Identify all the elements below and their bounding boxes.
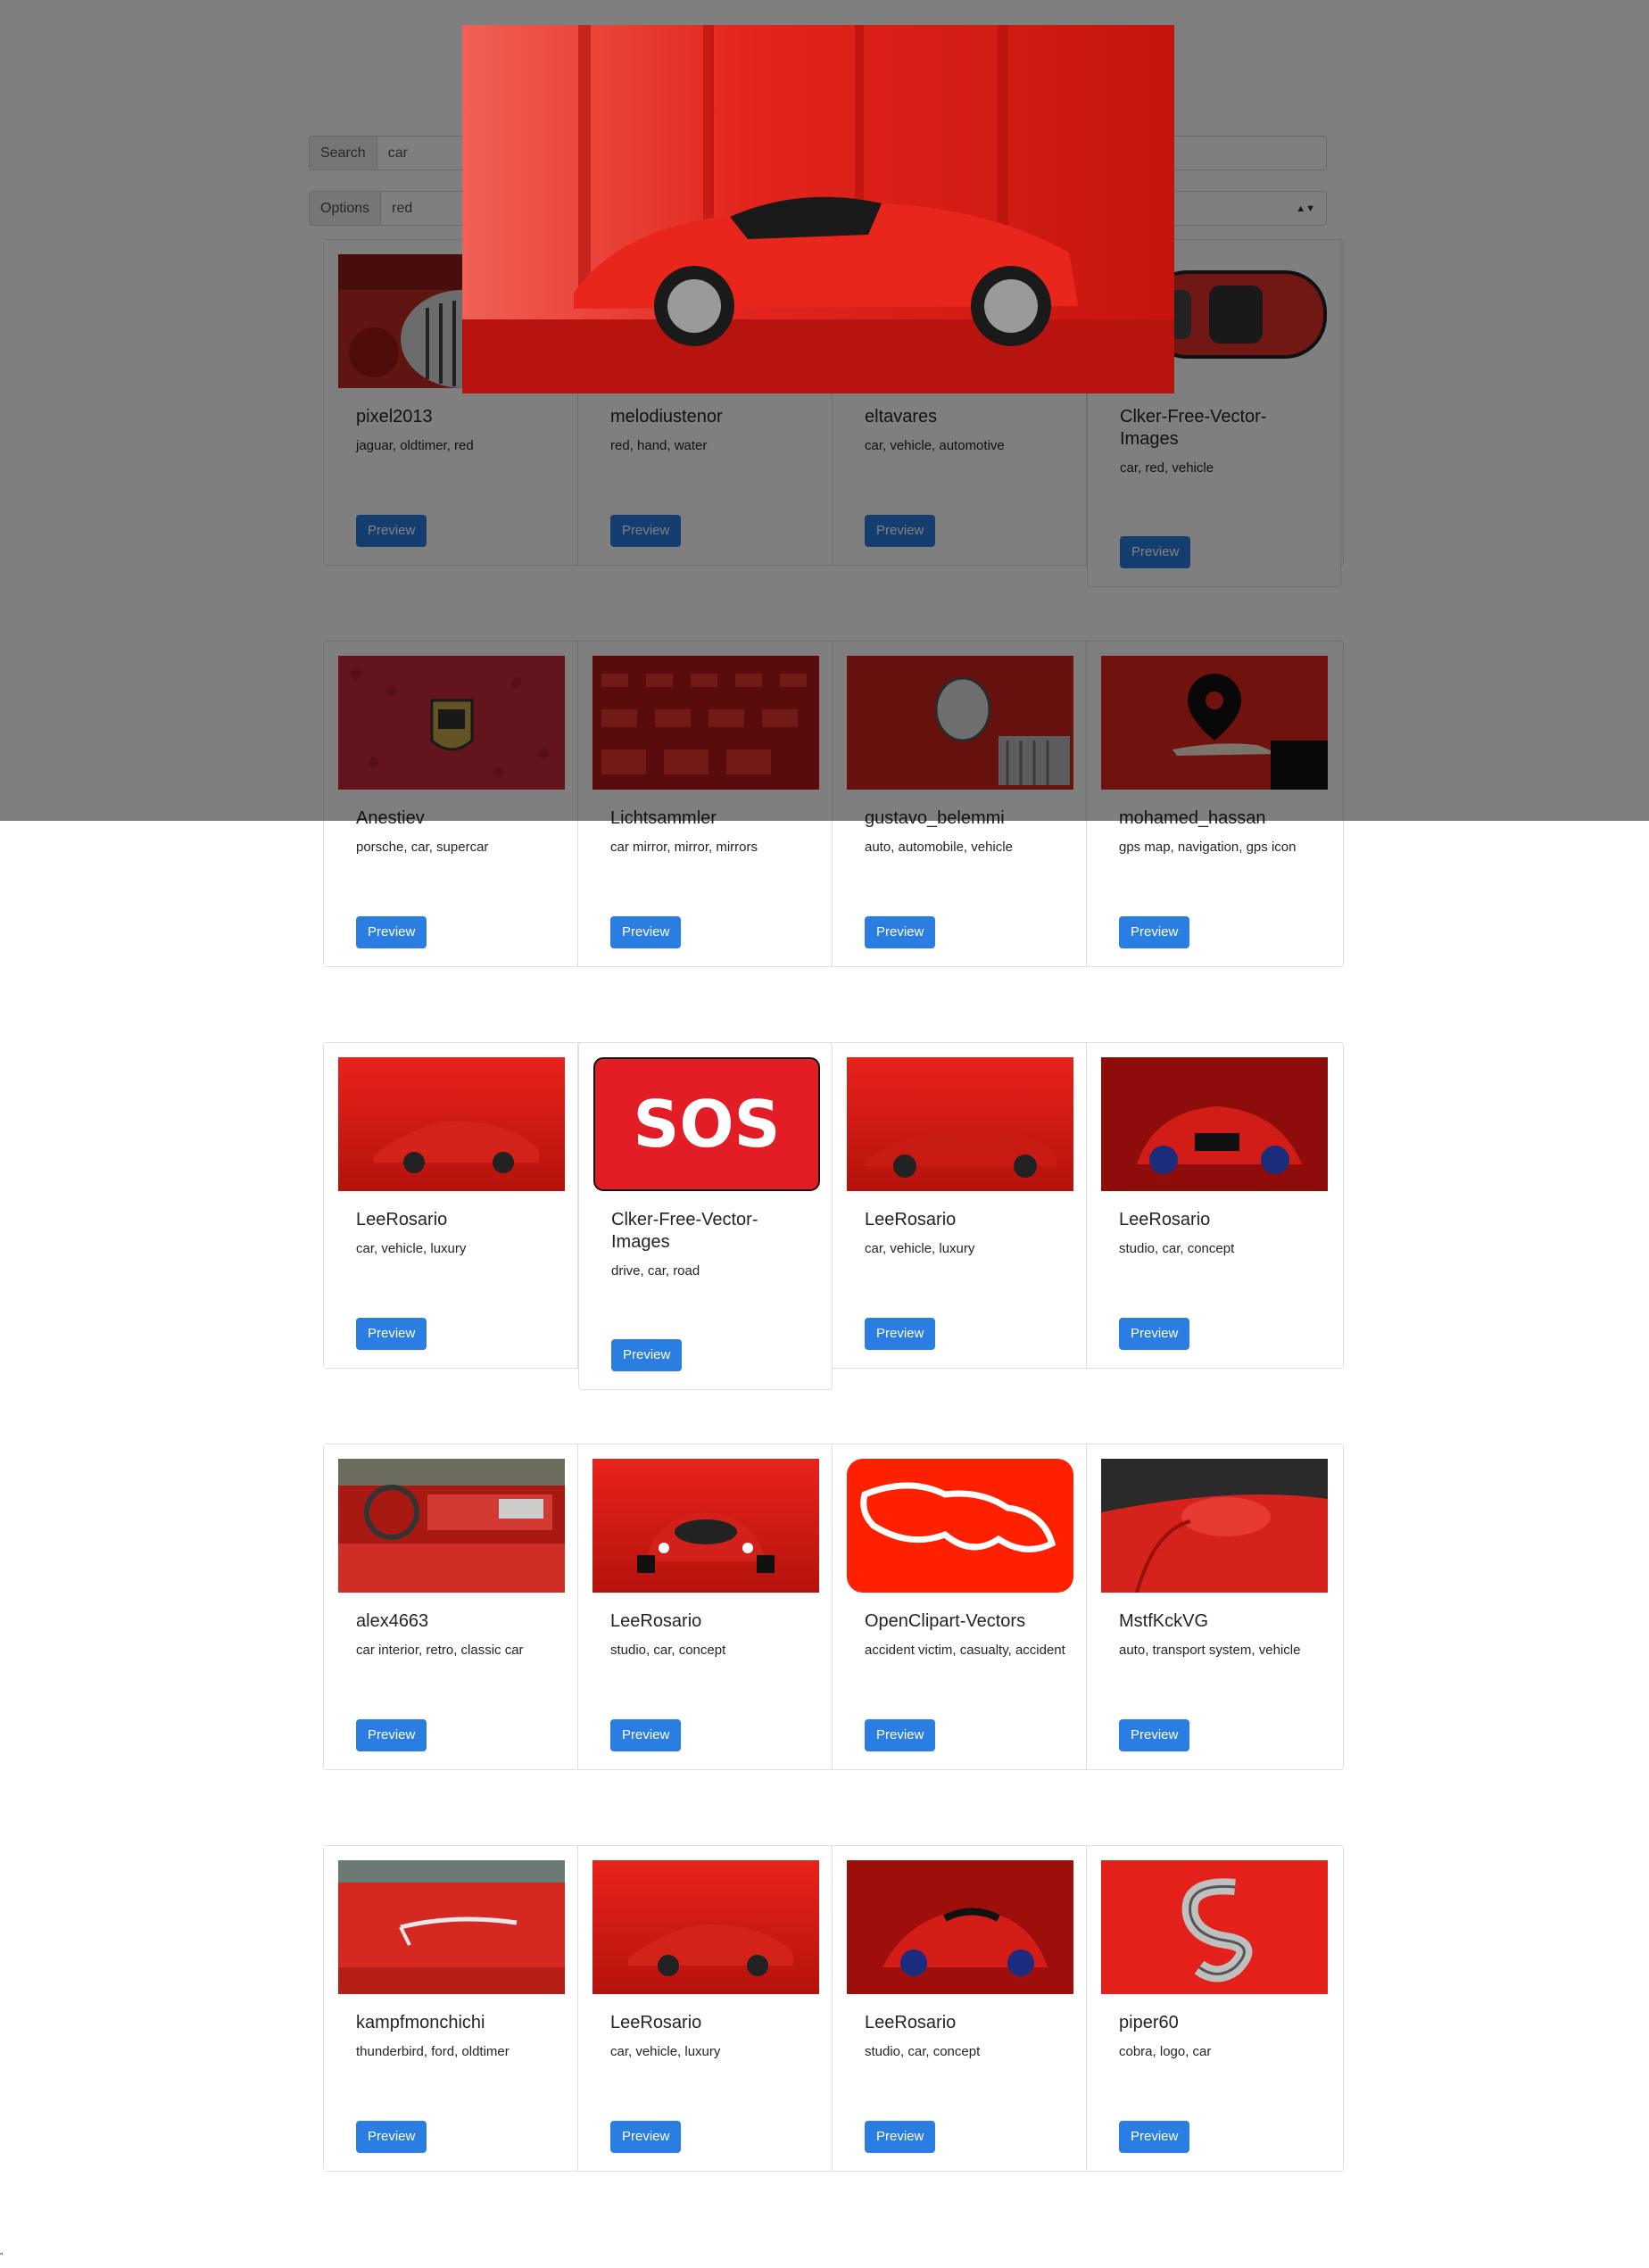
card-author: LeeRosario car, vehicle, luxury xyxy=(610,2012,816,2063)
card-author: MstfKckVG auto, transport system, vehicl… xyxy=(1119,1610,1324,1661)
author-name: LeeRosario xyxy=(610,1611,702,1631)
svg-text:SOS: SOS xyxy=(634,1087,781,1162)
thumbnail-image[interactable] xyxy=(338,1057,565,1191)
image-tags: car, vehicle, luxury xyxy=(865,1241,975,1256)
preview-button[interactable]: Preview xyxy=(610,1719,682,1751)
image-tags: car, vehicle, luxury xyxy=(356,1241,467,1256)
image-tags: car, vehicle, luxury xyxy=(610,2044,721,2059)
preview-button[interactable]: Preview xyxy=(1119,1318,1190,1350)
image-card: LeeRosario car, vehicle, luxury Preview xyxy=(324,1043,578,1368)
card-author: OpenClipart-Vectors accident victim, cas… xyxy=(865,1610,1070,1661)
image-tags: thunderbird, ford, oldtimer xyxy=(356,2044,510,2059)
preview-button[interactable]: Preview xyxy=(865,1318,936,1350)
image-card: kampfmonchichi thunderbird, ford, oldtim… xyxy=(324,1846,578,2171)
thumbnail-image[interactable]: SOS xyxy=(593,1057,820,1191)
author-name: LeeRosario xyxy=(865,2013,957,2032)
image-card: MstfKckVG auto, transport system, vehicl… xyxy=(1087,1444,1341,1769)
card-author: Clker-Free-Vector-Images drive, car, roa… xyxy=(611,1209,816,1282)
modal-preview-image[interactable] xyxy=(462,25,1174,393)
image-card: LeeRosario studio, car, concept Preview xyxy=(1087,1043,1341,1368)
card-author: LeeRosario car, vehicle, luxury xyxy=(865,1209,1070,1260)
image-tags: drive, car, road xyxy=(611,1263,700,1279)
card-author: alex4663 car interior, retro, classic ca… xyxy=(356,1610,561,1661)
author-name: LeeRosario xyxy=(356,1210,448,1229)
preview-button[interactable]: Preview xyxy=(1119,1719,1190,1751)
preview-button[interactable]: Preview xyxy=(1119,916,1190,948)
preview-button[interactable]: Preview xyxy=(865,916,936,948)
image-tags: gps map, navigation, gps icon xyxy=(1119,840,1297,855)
image-card: OpenClipart-Vectors accident victim, cas… xyxy=(833,1444,1087,1769)
author-name: LeeRosario xyxy=(1119,1210,1211,1229)
thumbnail-image[interactable] xyxy=(847,1459,1073,1593)
card-author: LeeRosario studio, car, concept xyxy=(865,2012,1070,2063)
card-author: kampfmonchichi thunderbird, ford, oldtim… xyxy=(356,2012,561,2063)
thumbnail-image[interactable] xyxy=(1101,1459,1328,1593)
card-author: LeeRosario studio, car, concept xyxy=(1119,1209,1324,1260)
image-card: LeeRosario studio, car, concept Preview xyxy=(833,1846,1087,2171)
preview-button[interactable]: Preview xyxy=(356,1318,427,1350)
preview-button[interactable]: Preview xyxy=(865,1719,936,1751)
image-tags: car interior, retro, classic car xyxy=(356,1643,524,1658)
image-card: SOS Clker-Free-Vector-Images drive, car,… xyxy=(578,1042,833,1390)
page-footer-mark: " xyxy=(0,2252,4,2262)
thumbnail-image[interactable] xyxy=(338,1459,565,1593)
thumbnail-image[interactable] xyxy=(592,1459,819,1593)
author-name: LeeRosario xyxy=(865,1210,957,1229)
image-card: LeeRosario car, vehicle, luxury Preview xyxy=(833,1043,1087,1368)
preview-button[interactable]: Preview xyxy=(610,2121,682,2153)
preview-button[interactable]: Preview xyxy=(356,1719,427,1751)
author-name: kampfmonchichi xyxy=(356,2013,485,2032)
image-tags: accident victim, casualty, accident xyxy=(865,1643,1065,1658)
results-row: alex4663 car interior, retro, classic ca… xyxy=(323,1444,1344,1770)
image-tags: porsche, car, supercar xyxy=(356,840,489,855)
preview-button[interactable]: Preview xyxy=(610,916,682,948)
image-tags: studio, car, concept xyxy=(1119,1241,1235,1256)
image-card: LeeRosario car, vehicle, luxury Preview xyxy=(578,1846,833,2171)
results-row: LeeRosario car, vehicle, luxury Preview … xyxy=(323,1042,1344,1390)
card-author: piper60 cobra, logo, car xyxy=(1119,2012,1324,2063)
preview-button[interactable]: Preview xyxy=(356,916,427,948)
image-tags: auto, automobile, vehicle xyxy=(865,840,1013,855)
image-card: LeeRosario studio, car, concept Preview xyxy=(578,1444,833,1769)
author-name: piper60 xyxy=(1119,2013,1179,2032)
author-name: alex4663 xyxy=(356,1611,429,1631)
card-author: LeeRosario car, vehicle, luxury xyxy=(356,1209,561,1260)
thumbnail-image[interactable] xyxy=(1101,1860,1328,1994)
preview-button[interactable]: Preview xyxy=(1119,2121,1190,2153)
image-card: alex4663 car interior, retro, classic ca… xyxy=(324,1444,578,1769)
author-name: LeeRosario xyxy=(610,2013,702,2032)
preview-button[interactable]: Preview xyxy=(865,2121,936,2153)
thumbnail-image[interactable] xyxy=(338,1860,565,1994)
results-row: kampfmonchichi thunderbird, ford, oldtim… xyxy=(323,1845,1344,2172)
thumbnail-image[interactable] xyxy=(847,1860,1073,1994)
image-card: piper60 cobra, logo, car Preview xyxy=(1087,1846,1341,2171)
image-tags: car mirror, mirror, mirrors xyxy=(610,840,758,855)
image-tags: cobra, logo, car xyxy=(1119,2044,1212,2059)
thumbnail-image[interactable] xyxy=(592,1860,819,1994)
preview-button[interactable]: Preview xyxy=(356,2121,427,2153)
author-name: Clker-Free-Vector-Images xyxy=(611,1210,758,1252)
image-tags: studio, car, concept xyxy=(610,1643,726,1658)
author-name: MstfKckVG xyxy=(1119,1611,1209,1631)
card-author: LeeRosario studio, car, concept xyxy=(610,1610,816,1661)
thumbnail-image[interactable] xyxy=(847,1057,1073,1191)
image-tags: auto, transport system, vehicle xyxy=(1119,1643,1301,1658)
image-tags: studio, car, concept xyxy=(865,2044,981,2059)
author-name: OpenClipart-Vectors xyxy=(865,1611,1026,1631)
preview-button[interactable]: Preview xyxy=(611,1339,683,1371)
thumbnail-image[interactable] xyxy=(1101,1057,1328,1191)
